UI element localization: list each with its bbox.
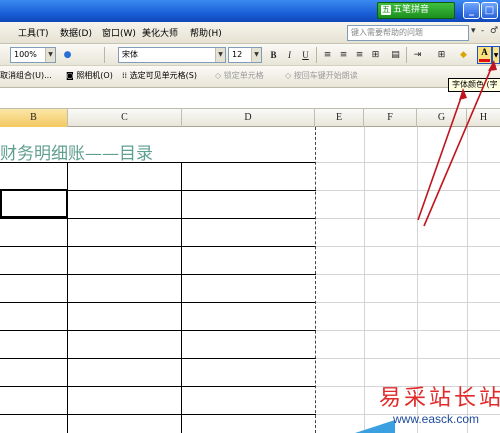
- column-header-e[interactable]: E: [315, 109, 364, 127]
- font-color-tooltip: 字体颜色 (字: [448, 78, 500, 92]
- underline-button[interactable]: U: [298, 47, 313, 63]
- column-header-d[interactable]: D: [182, 109, 315, 127]
- doc-restore-button[interactable]: ♂: [490, 26, 498, 36]
- merge-center-icon[interactable]: ⊞: [368, 47, 383, 63]
- camera-icon: ◙: [66, 71, 74, 80]
- active-cell[interactable]: [0, 189, 68, 218]
- table-border: [181, 162, 182, 433]
- speech-icon: ◇: [285, 71, 292, 80]
- table-border: [0, 274, 316, 275]
- chevron-down-icon: ▼: [215, 48, 225, 62]
- menu-bar: 工具(T) 数据(D) 窗口(W) 美化大师 帮助(H) 键入需要帮助的问题 ▾…: [0, 22, 500, 44]
- formatting-toolbar: 100% ▼ ● 宋体 ▼ 12 ▼ B I U ≡ ≡ ≡ ⊞ ▤ ⇥ ⊞ ◆ A …: [0, 44, 500, 66]
- percent-style-icon[interactable]: ▤: [388, 47, 403, 63]
- column-header-f[interactable]: F: [364, 109, 417, 127]
- title-bar: 五五笔拼音 _ □: [0, 0, 500, 22]
- column-header-c[interactable]: C: [68, 109, 182, 127]
- ime-label: 五笔拼音: [393, 5, 430, 15]
- table-border: [0, 386, 316, 387]
- table-border: [0, 246, 316, 247]
- menu-window[interactable]: 窗口(W): [102, 26, 136, 39]
- table-border: [0, 358, 316, 359]
- zoom-value: 100%: [14, 50, 37, 59]
- watermark-decoration: [355, 420, 395, 433]
- sheet-title[interactable]: 财务明细账——目录: [0, 139, 153, 164]
- minimize-button[interactable]: _: [463, 2, 480, 19]
- read-on-enter-label: 按回车键开始朗读: [293, 71, 358, 80]
- ime-icon: 五: [381, 5, 391, 15]
- help-search-input[interactable]: 键入需要帮助的问题: [347, 25, 469, 41]
- table-border: [0, 218, 316, 219]
- lock-cells-label: 锁定单元格: [223, 71, 264, 80]
- extra-toolbar: 取消组合(U)... ◙ 照相机(O) ⁞⁞ 选定可见单元格(S) ◇ 锁定单元…: [0, 66, 500, 88]
- chevron-down-icon: ▼: [251, 48, 261, 62]
- help-dropdown-icon[interactable]: ▾: [471, 26, 476, 36]
- font-name-select[interactable]: 宋体 ▼: [118, 47, 226, 63]
- borders-icon[interactable]: ⊞: [434, 47, 449, 63]
- column-header-b[interactable]: B: [0, 109, 68, 127]
- lock-cells-button[interactable]: ◇ 锁定单元格: [215, 70, 264, 81]
- font-name-value: 宋体: [122, 50, 138, 59]
- camera-label: 照相机(O): [76, 71, 113, 80]
- bold-button[interactable]: B: [266, 47, 281, 63]
- lock-icon: ◇: [215, 71, 222, 80]
- table-border: [0, 302, 316, 303]
- formula-area: [0, 88, 500, 108]
- column-header-h[interactable]: H: [467, 109, 500, 127]
- column-header-row: B C D E F G H: [0, 108, 500, 127]
- font-color-button[interactable]: A: [477, 46, 492, 64]
- font-size-select[interactable]: 12 ▼: [228, 47, 262, 63]
- maximize-button[interactable]: □: [481, 2, 498, 19]
- column-header-g[interactable]: G: [417, 109, 467, 127]
- font-size-value: 12: [232, 50, 243, 59]
- align-right-icon[interactable]: ≡: [352, 47, 367, 63]
- ungroup-button[interactable]: 取消组合(U)...: [0, 70, 52, 81]
- toolbar-separator: [104, 47, 105, 63]
- zoom-select[interactable]: 100% ▼: [10, 47, 56, 63]
- align-center-icon[interactable]: ≡: [336, 47, 351, 63]
- align-left-icon[interactable]: ≡: [320, 47, 335, 63]
- font-color-swatch: [479, 59, 490, 62]
- select-visible-icon: ⁞⁞: [122, 71, 128, 80]
- ime-indicator[interactable]: 五五笔拼音: [377, 2, 455, 19]
- font-color-label: A: [481, 47, 488, 57]
- gridline: [364, 127, 365, 433]
- font-color-dropdown[interactable]: ▼: [492, 46, 500, 64]
- table-border: [0, 330, 316, 331]
- doc-minimize-button[interactable]: -: [481, 26, 484, 36]
- watermark-logo: 易采站长站: [379, 386, 500, 411]
- toolbar-separator: [406, 47, 407, 63]
- camera-button[interactable]: ◙ 照相机(O): [66, 70, 113, 81]
- toolbar-separator: [316, 47, 317, 63]
- table-border: [0, 414, 316, 415]
- read-on-enter-button[interactable]: ◇ 按回车键开始朗读: [285, 70, 358, 81]
- menu-help[interactable]: 帮助(H): [190, 26, 222, 39]
- watermark-url: www.easck.com: [393, 412, 480, 426]
- fill-color-icon[interactable]: ◆: [456, 47, 471, 63]
- menu-data[interactable]: 数据(D): [60, 26, 92, 39]
- indent-icon[interactable]: ⇥: [410, 47, 425, 63]
- menu-beautify[interactable]: 美化大师: [142, 26, 178, 39]
- select-visible-label: 选定可见单元格(S): [129, 71, 197, 80]
- help-icon[interactable]: ●: [60, 47, 75, 63]
- page-break-line: [315, 127, 316, 433]
- menu-tools[interactable]: 工具(T): [18, 26, 49, 39]
- chevron-down-icon: ▼: [45, 48, 55, 62]
- italic-button[interactable]: I: [282, 47, 297, 63]
- select-visible-cells-button[interactable]: ⁞⁞ 选定可见单元格(S): [122, 70, 197, 81]
